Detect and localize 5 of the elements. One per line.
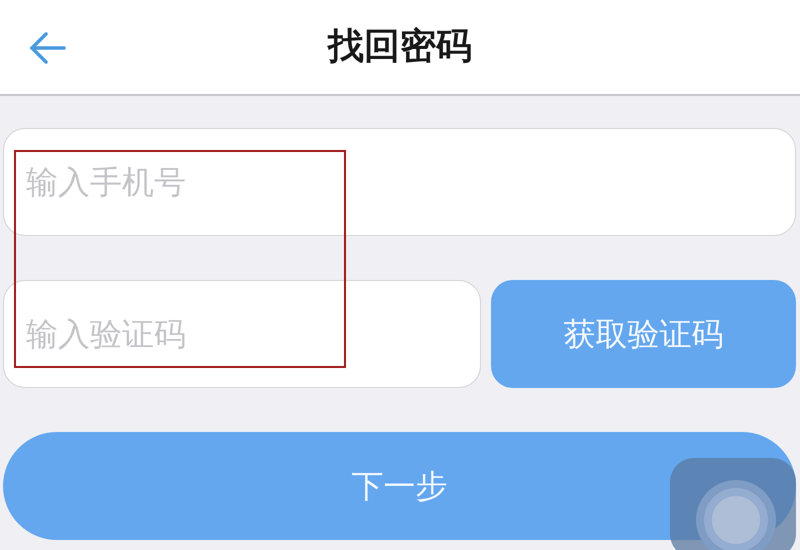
phone-input-field[interactable]: 输入手机号 bbox=[3, 128, 796, 236]
page-title: 找回密码 bbox=[328, 25, 472, 69]
assistive-touch-button[interactable] bbox=[670, 458, 796, 550]
get-code-button[interactable]: 获取验证码 bbox=[491, 280, 796, 388]
code-input-field[interactable]: 输入验证码 bbox=[3, 280, 481, 388]
